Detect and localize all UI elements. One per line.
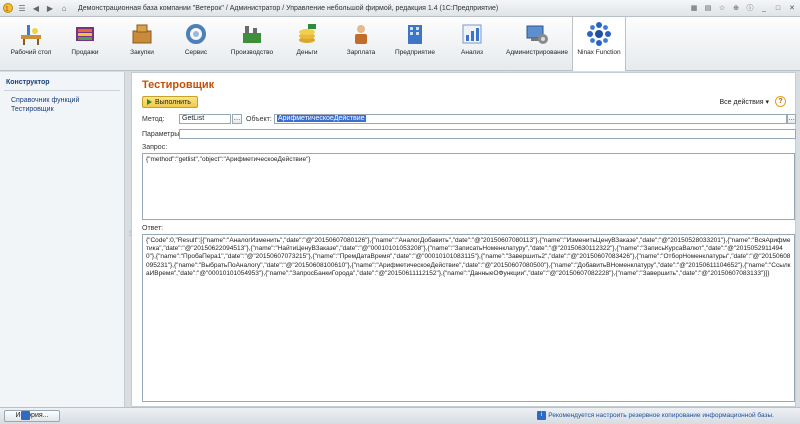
section-ninax-function[interactable]: Ninax Function: [572, 17, 626, 71]
section-label: Администрирование: [506, 49, 568, 56]
help-button[interactable]: ?: [775, 96, 786, 107]
response-textarea[interactable]: {"Code":0,"Result":[{"name":"АналогИзмен…: [142, 234, 795, 402]
section-label: Рабочий стол: [10, 49, 52, 56]
section-label: Сервис: [184, 49, 208, 56]
calculator-icon[interactable]: ▦: [688, 2, 700, 14]
ninax-icon: [586, 21, 612, 47]
minimize-button[interactable]: _: [758, 2, 770, 14]
divider: [4, 90, 120, 91]
money-icon: [294, 21, 320, 47]
section-enterprise[interactable]: Предприятие: [388, 21, 442, 56]
history-button[interactable]: История...: [4, 410, 60, 422]
section-salary[interactable]: Зарплата: [334, 21, 388, 56]
section-label: Закупки: [130, 49, 154, 56]
link-icon[interactable]: ⊕: [730, 2, 742, 14]
panel-resize-handle[interactable]: ⋮: [127, 230, 133, 240]
back-icon[interactable]: ◀: [30, 2, 42, 14]
section-administration[interactable]: Администрирование: [502, 21, 572, 56]
section-purchases[interactable]: Закупки: [115, 21, 169, 56]
title-bar: 1 ☰ ◀ ▶ ⌂ Демонстрационная база компании…: [0, 0, 800, 17]
sections-toolbar: Рабочий стол Продажи Закупки Сервис Прои…: [0, 17, 800, 71]
section-label: Предприятие: [394, 49, 436, 56]
method-label: Метод:: [142, 116, 165, 123]
response-label: Ответ:: [142, 225, 164, 232]
sidebar-item-tester[interactable]: Тестировщик: [11, 106, 124, 113]
administration-icon: [524, 21, 550, 47]
left-panel: Конструктор Справочник функций Тестировщ…: [0, 72, 125, 407]
object-value: АрифметическоеДействие: [277, 115, 366, 122]
status-bar: История... Рекомендуется настроить резер…: [0, 407, 800, 424]
params-label: Параметры:: [142, 131, 182, 138]
all-actions-label: Все действия: [719, 99, 764, 106]
section-analysis[interactable]: Анализ: [445, 21, 499, 56]
sales-icon: [72, 21, 98, 47]
service-icon: [183, 21, 209, 47]
section-production[interactable]: Производство: [225, 21, 279, 56]
play-icon: [147, 99, 152, 105]
home-icon[interactable]: ⌂: [58, 2, 70, 14]
object-field[interactable]: АрифметическоеДействие: [274, 114, 787, 124]
app-logo-icon: 1: [2, 2, 14, 14]
purchases-icon: [129, 21, 155, 47]
section-label: Продажи: [71, 49, 99, 56]
method-select-button[interactable]: …: [232, 114, 242, 124]
window-title: Демонстрационная база компании "Ветерок"…: [78, 4, 499, 12]
salary-icon: [348, 21, 374, 47]
calendar-icon[interactable]: ▤: [702, 2, 714, 14]
production-icon: [239, 21, 265, 47]
analysis-icon: [459, 21, 485, 47]
section-label: Деньги: [296, 49, 318, 56]
all-actions-menu[interactable]: Все действия ▾: [720, 98, 770, 106]
desk-icon: [18, 21, 44, 47]
request-textarea[interactable]: {"method":"getlist","object":"Арифметиче…: [142, 153, 795, 220]
main-form: Тестировщик Выполнить Все действия ▾ ? М…: [131, 72, 796, 407]
object-select-button[interactable]: …: [787, 114, 796, 124]
section-label: Производство: [230, 49, 274, 56]
forward-icon[interactable]: ▶: [44, 2, 56, 14]
run-button-label: Выполнить: [155, 98, 191, 106]
section-label: Анализ: [461, 49, 483, 56]
close-button[interactable]: ✕: [786, 2, 798, 14]
menu-icon[interactable]: ☰: [16, 2, 28, 14]
params-field[interactable]: [179, 129, 796, 139]
sidebar-heading: Конструктор: [6, 79, 50, 86]
info-icon[interactable]: ⓘ: [744, 2, 756, 14]
maximize-button[interactable]: □: [772, 2, 784, 14]
run-button[interactable]: Выполнить: [142, 96, 198, 108]
section-label: Зарплата: [346, 49, 376, 56]
info-placeholder-icon: [21, 411, 30, 420]
enterprise-icon: [402, 21, 428, 47]
section-money[interactable]: Деньги: [280, 21, 334, 56]
section-sales[interactable]: Продажи: [58, 21, 112, 56]
section-service[interactable]: Сервис: [169, 21, 223, 56]
sidebar-item-functions[interactable]: Справочник функций: [11, 97, 124, 104]
backup-recommendation-link[interactable]: Рекомендуется настроить резервное копиро…: [548, 412, 774, 419]
method-field[interactable]: GetList: [179, 114, 231, 124]
object-label: Объект:: [246, 116, 272, 123]
info-icon: i: [537, 411, 546, 420]
star-icon[interactable]: ☆: [716, 2, 728, 14]
request-label: Запрос:: [142, 144, 168, 151]
chevron-down-icon: ▾: [765, 99, 769, 106]
section-label: Ninax Function: [577, 49, 621, 56]
section-desktop[interactable]: Рабочий стол: [4, 21, 58, 56]
page-title: Тестировщик: [142, 79, 215, 91]
